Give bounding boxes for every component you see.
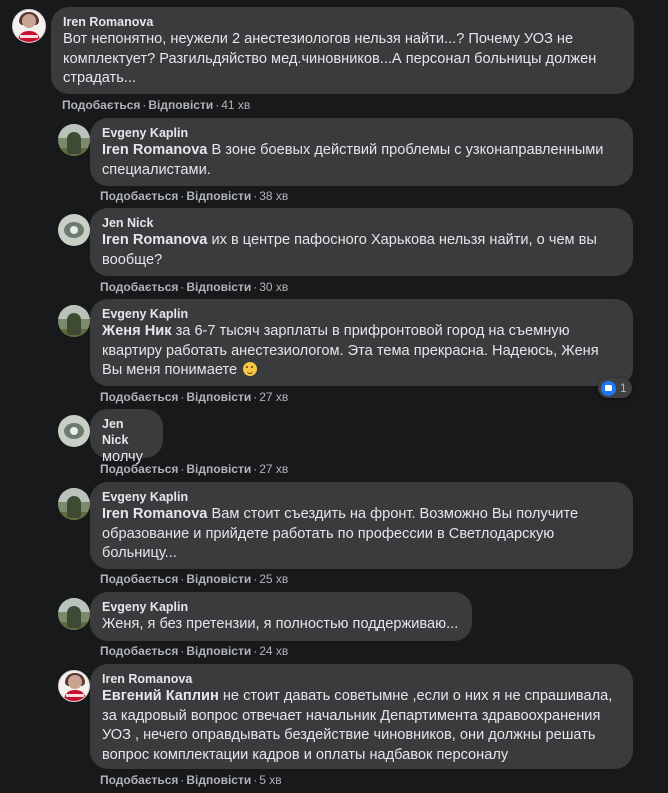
mention-link[interactable]: Евгений Каплин <box>102 688 219 704</box>
mention-link[interactable]: Iren Romanova <box>102 506 207 522</box>
like-button[interactable]: Подобається <box>62 98 140 112</box>
reply-button[interactable]: Відповісти <box>186 189 251 203</box>
comment-time[interactable]: 27 хв <box>259 462 288 476</box>
comment-time[interactable]: 38 хв <box>259 189 288 203</box>
comment-time[interactable]: 41 хв <box>221 98 250 112</box>
reply-button[interactable]: Відповісти <box>186 462 251 476</box>
like-button[interactable]: Подобається <box>100 644 178 658</box>
comment-time[interactable]: 25 хв <box>259 572 288 586</box>
like-button[interactable]: Подобається <box>100 773 178 787</box>
comment-time[interactable]: 30 хв <box>259 280 288 294</box>
comment-bubble: Iren Romanova Вот непонятно, неужели 2 а… <box>51 7 634 94</box>
avatar[interactable] <box>58 670 90 702</box>
like-button[interactable]: Подобається <box>100 462 178 476</box>
reply-button[interactable]: Відповісти <box>186 773 251 787</box>
comment-bubble: Evgeny Kaplin Iren Romanova Вам стоит съ… <box>90 482 633 569</box>
reply-button[interactable]: Відповісти <box>186 644 251 658</box>
comment-author[interactable]: Iren Romanova <box>63 14 622 30</box>
comment-text: Вот непонятно, неужели 2 анестезиологов … <box>63 31 597 86</box>
comment-bubble: Evgeny Kaplin Женя, я без претензии, я п… <box>90 592 472 641</box>
comment-author[interactable]: Evgeny Kaplin <box>102 599 460 615</box>
comment-actions: Подобається · Відповісти · 24 хв <box>100 644 289 658</box>
avatar[interactable] <box>58 488 90 520</box>
like-reaction-icon <box>601 380 616 396</box>
reply-button[interactable]: Відповісти <box>186 280 251 294</box>
comment-time[interactable]: 5 хв <box>259 773 281 787</box>
comment-actions: Подобається · Відповісти · 5 хв <box>100 773 282 787</box>
comment-actions: Подобається · Відповісти · 30 хв <box>100 280 289 294</box>
reply-button[interactable]: Відповісти <box>186 390 251 404</box>
reply-button[interactable]: Відповісти <box>186 572 251 586</box>
comment-bubble: Evgeny Kaplin Женя Ник за 6-7 тысяч зарп… <box>90 299 633 386</box>
comment-actions: Подобається · Відповісти · 41 хв <box>62 98 251 112</box>
comment-actions: Подобається · Відповісти · 27 хв <box>100 390 289 404</box>
comment-text: Iren Romanova В зоне боевых действий про… <box>102 142 604 178</box>
comment-author[interactable]: Jen Nick <box>102 215 621 231</box>
comment-time[interactable]: 24 хв <box>259 644 288 658</box>
comment-text: Iren Romanova Вам стоит съездить на фрон… <box>102 506 579 561</box>
avatar[interactable] <box>58 124 90 156</box>
like-button[interactable]: Подобається <box>100 280 178 294</box>
comment-bubble: Jen Nick Iren Romanova их в центре пафос… <box>90 208 633 276</box>
comment-actions: Подобається · Відповісти · 38 хв <box>100 189 289 203</box>
comment-text: Женя, я без претензии, я полностью подде… <box>102 616 459 632</box>
like-button[interactable]: Подобається <box>100 390 178 404</box>
reaction-count: 1 <box>620 381 627 395</box>
comment-text: Iren Romanova их в центре пафосного Харь… <box>102 232 597 268</box>
comment-text: Женя Ник за 6-7 тысяч зарплаты в прифрон… <box>102 323 599 378</box>
comment-bubble: Iren Romanova Евгений Каплин не стоит да… <box>90 664 633 769</box>
comment-time[interactable]: 27 хв <box>259 390 288 404</box>
comment-actions: Подобається · Відповісти · 25 хв <box>100 572 289 586</box>
avatar[interactable] <box>58 598 90 630</box>
avatar[interactable] <box>12 9 46 43</box>
reply-button[interactable]: Відповісти <box>148 98 213 112</box>
comment-author[interactable]: Iren Romanova <box>102 671 621 687</box>
comment-bubble: Jen Nick молчу <box>90 409 163 465</box>
reaction-summary[interactable]: 1 <box>598 378 632 398</box>
comment-actions: Подобається · Відповісти · 27 хв <box>100 462 289 476</box>
comment-author[interactable]: Evgeny Kaplin <box>102 489 621 505</box>
mention-link[interactable]: Iren Romanova <box>102 232 207 248</box>
comment-bubble: Evgeny Kaplin Iren Romanova В зоне боевы… <box>90 118 633 186</box>
like-button[interactable]: Подобається <box>100 572 178 586</box>
avatar[interactable] <box>58 415 90 447</box>
comment-author[interactable]: Jen Nick <box>102 416 151 448</box>
avatar[interactable] <box>58 305 90 337</box>
comment-author[interactable]: Evgeny Kaplin <box>102 125 621 141</box>
smiling-face-icon <box>243 362 258 376</box>
mention-link[interactable]: Iren Romanova <box>102 142 207 158</box>
comment-author[interactable]: Evgeny Kaplin <box>102 306 621 322</box>
like-button[interactable]: Подобається <box>100 189 178 203</box>
avatar[interactable] <box>58 214 90 246</box>
comment-text: Евгений Каплин не стоит давать советымне… <box>102 688 613 763</box>
mention-link[interactable]: Женя Ник <box>102 323 172 339</box>
